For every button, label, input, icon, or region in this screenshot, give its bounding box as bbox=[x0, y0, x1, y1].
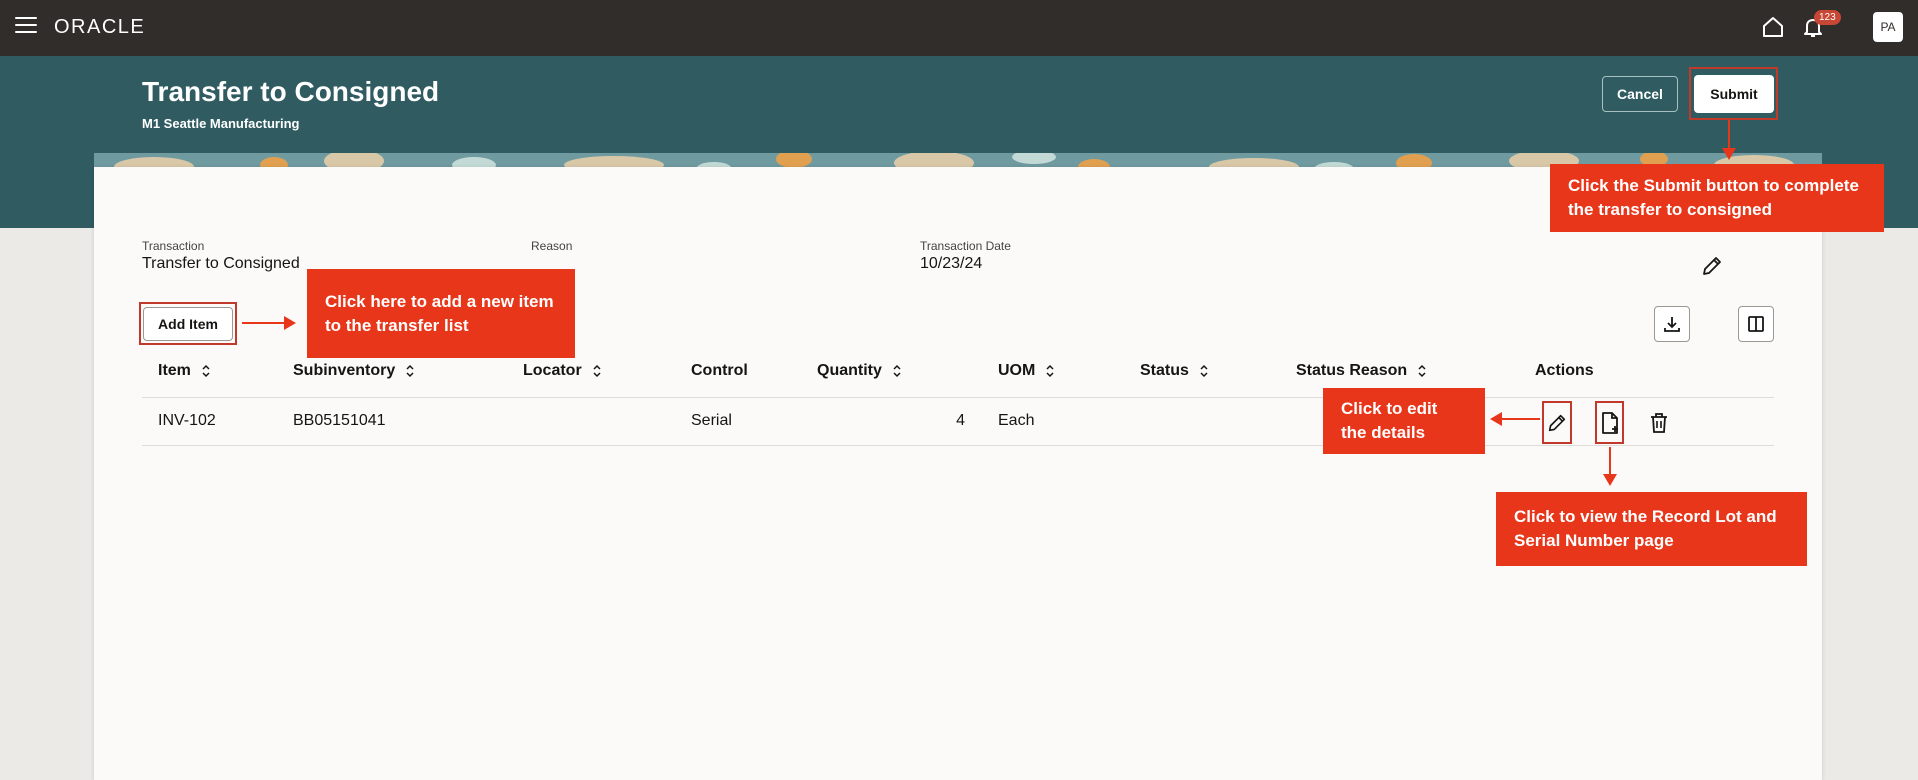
cancel-button[interactable]: Cancel bbox=[1602, 76, 1678, 112]
download-icon[interactable] bbox=[1654, 306, 1690, 342]
arrow-add-line bbox=[242, 322, 288, 324]
column-header-label: Status bbox=[1140, 362, 1189, 379]
add-item-highlight-box bbox=[139, 302, 237, 345]
oracle-logo: ORACLE bbox=[54, 16, 146, 38]
reason-label: Reason bbox=[531, 239, 573, 253]
arrow-add-head bbox=[284, 316, 296, 330]
user-avatar[interactable]: PA bbox=[1873, 12, 1903, 42]
column-header-actions: Actions bbox=[1535, 362, 1594, 380]
cell-item: INV-102 bbox=[158, 412, 216, 429]
edit-header-pencil-icon[interactable] bbox=[1700, 254, 1724, 278]
record-highlight-box bbox=[1595, 401, 1624, 444]
column-header-label: Actions bbox=[1535, 362, 1594, 379]
home-icon[interactable] bbox=[1760, 14, 1786, 40]
cell-subinventory: BB05151041 bbox=[293, 412, 386, 429]
arrow-submit-head bbox=[1722, 148, 1736, 160]
column-header-label: Item bbox=[158, 362, 191, 379]
column-header-label: Status Reason bbox=[1296, 362, 1408, 379]
column-header-item[interactable]: Item bbox=[158, 362, 211, 380]
column-header-label: Control bbox=[691, 362, 748, 379]
callout-add-item: Click here to add a new item to the tran… bbox=[307, 269, 575, 358]
column-header-label: UOM bbox=[998, 362, 1036, 379]
transaction-label: Transaction bbox=[142, 239, 205, 253]
page-subtitle: M1 Seattle Manufacturing bbox=[142, 116, 300, 131]
background-pattern-right bbox=[1822, 228, 1918, 780]
sort-icon bbox=[406, 364, 414, 378]
cell-control: Serial bbox=[691, 412, 732, 429]
delete-trash-icon[interactable] bbox=[1645, 409, 1673, 437]
arrow-record-head bbox=[1603, 474, 1617, 486]
column-header-subinventory[interactable]: Subinventory bbox=[293, 362, 415, 380]
table-row-divider bbox=[142, 445, 1774, 446]
arrow-edit-line bbox=[1498, 418, 1540, 420]
edit-highlight-box bbox=[1542, 401, 1572, 444]
column-header-uom[interactable]: UOM bbox=[998, 362, 1055, 380]
sort-icon bbox=[893, 364, 901, 378]
notification-badge: 123 bbox=[1814, 10, 1841, 25]
column-header-locator[interactable]: Locator bbox=[523, 362, 602, 380]
sort-icon bbox=[1200, 364, 1208, 378]
arrow-record-line bbox=[1609, 447, 1611, 477]
sort-icon bbox=[1418, 364, 1426, 378]
column-header-quantity[interactable]: Quantity bbox=[817, 362, 902, 380]
callout-submit: Click the Submit button to complete the … bbox=[1550, 164, 1884, 232]
transaction-date-label: Transaction Date bbox=[920, 239, 1011, 253]
cell-quantity: 4 bbox=[956, 412, 965, 429]
column-header-label: Subinventory bbox=[293, 362, 396, 379]
transaction-value: Transfer to Consigned bbox=[142, 255, 300, 272]
arrow-edit-head bbox=[1490, 412, 1502, 426]
callout-edit: Click to edit the details bbox=[1323, 388, 1485, 454]
sort-icon bbox=[1046, 364, 1054, 378]
column-header-status[interactable]: Status bbox=[1140, 362, 1209, 380]
global-header: ORACLE 123 PA bbox=[0, 0, 1918, 56]
column-header-status-reason[interactable]: Status Reason bbox=[1296, 362, 1427, 380]
menu-icon[interactable] bbox=[15, 17, 37, 35]
submit-highlight-box bbox=[1689, 67, 1778, 120]
page-title: Transfer to Consigned bbox=[142, 76, 440, 107]
sort-icon bbox=[202, 364, 210, 378]
columns-icon[interactable] bbox=[1738, 306, 1774, 342]
cell-uom: Each bbox=[998, 412, 1035, 429]
transaction-date-value: 10/23/24 bbox=[920, 255, 983, 272]
background-pattern-left bbox=[0, 228, 94, 780]
sort-icon bbox=[593, 364, 601, 378]
column-header-label: Locator bbox=[523, 362, 582, 379]
column-header-control: Control bbox=[691, 362, 748, 380]
column-header-label: Quantity bbox=[817, 362, 882, 379]
callout-record-lot-serial: Click to view the Record Lot and Serial … bbox=[1496, 492, 1807, 566]
table-header-divider bbox=[142, 397, 1774, 398]
